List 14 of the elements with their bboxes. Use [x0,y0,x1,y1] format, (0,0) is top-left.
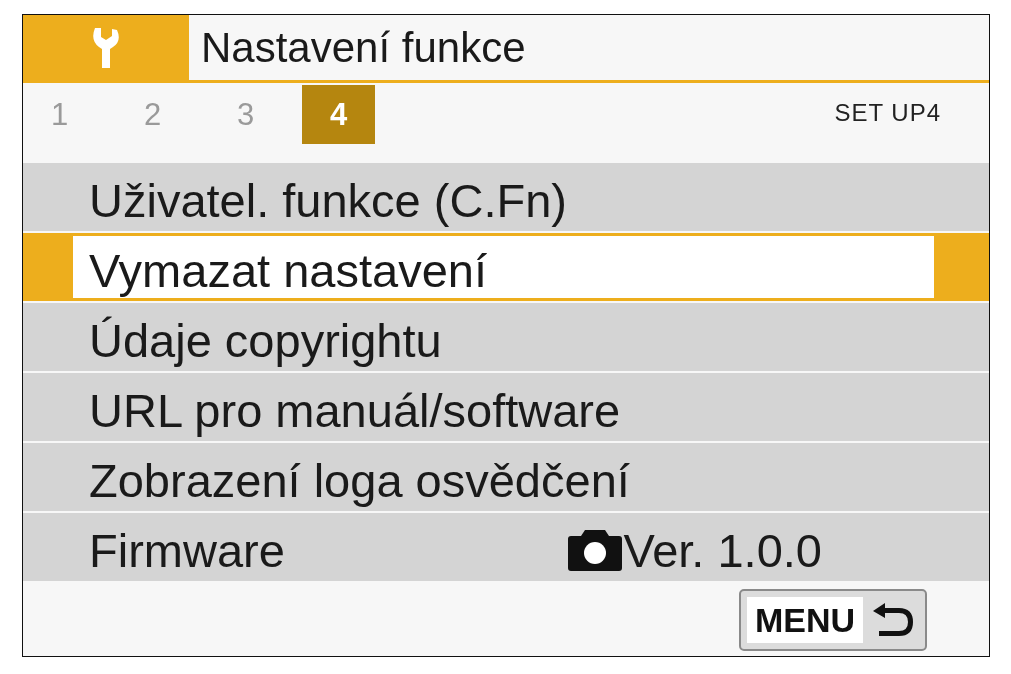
camera-icon [567,528,624,572]
wrench-icon [91,26,121,69]
page-label: SET UP4 [834,101,941,125]
category-tab[interactable] [23,15,189,80]
menu-item[interactable]: Údaje copyrightu [23,303,989,371]
menu-item[interactable]: Uživatel. funkce (C.Fn) [23,163,989,231]
menu-item[interactable]: Firmware Ver. 1.0.0 [23,513,989,581]
menu-item[interactable]: URL pro manuál/software [23,373,989,441]
firmware-version: Ver. 1.0.0 [623,526,822,574]
menu-item[interactable]: Zobrazení loga osvědčení [23,443,989,511]
return-arrow-icon [871,601,915,638]
menu-item[interactable]: Vymazat nastavení [23,233,989,301]
menu-back-button[interactable]: MENU [738,588,927,651]
menu-title: Nastavení funkce [200,26,526,69]
